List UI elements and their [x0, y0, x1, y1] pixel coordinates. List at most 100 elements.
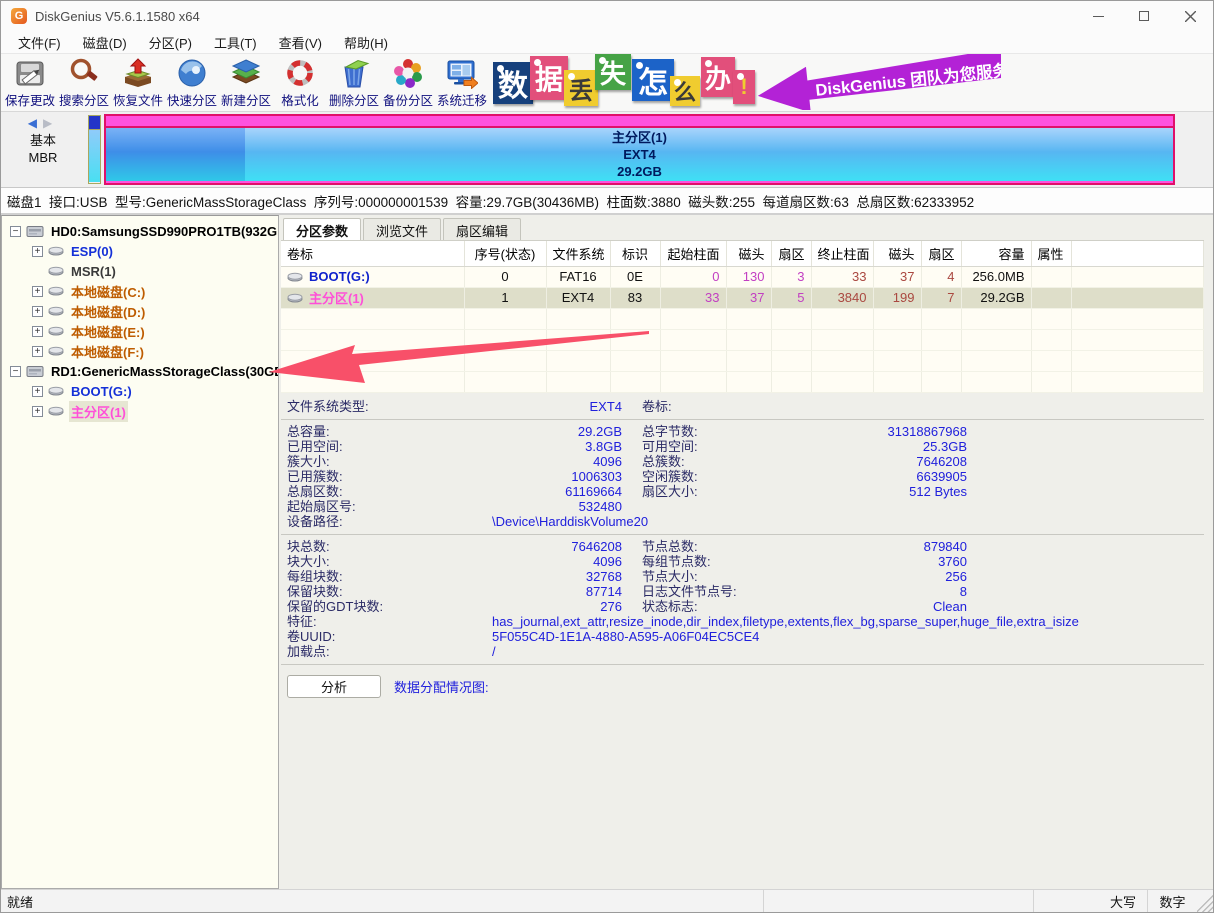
expand-icon[interactable]: +: [32, 285, 43, 297]
tree-item[interactable]: + 本地磁盘(E:): [2, 321, 278, 341]
detail-value: 532480: [578, 498, 622, 514]
detail-label: 日志文件节点号:: [642, 583, 737, 599]
partition-box-header: [106, 116, 1173, 128]
partition-box[interactable]: 主分区(1) EXT4 29.2GB: [104, 114, 1175, 185]
partition-icon: [287, 272, 303, 282]
next-partition-icon[interactable]: [43, 116, 58, 130]
search-partition-button[interactable]: 搜索分区: [57, 54, 111, 111]
empty-row: [281, 329, 1204, 351]
diskgenius-window: G DiskGenius V5.6.1.1580 x64 文件(F) 磁盘(D) 分…: [0, 0, 1214, 913]
menu-view[interactable]: 查看(V): [268, 33, 333, 52]
menu-partition[interactable]: 分区(P): [138, 33, 203, 52]
detail-value: 8: [959, 583, 967, 599]
tree-item[interactable]: + 本地磁盘(C:): [2, 281, 278, 301]
recover-files-button[interactable]: 恢复文件: [111, 54, 165, 111]
column-header[interactable]: 卷标: [281, 241, 465, 267]
tree-item-label: HD0:SamsungSSD990PRO1TB(932GB): [51, 223, 279, 239]
disk-strip: [88, 115, 101, 184]
quick-partition-button[interactable]: 快速分区: [165, 54, 219, 111]
tree-item[interactable]: + BOOT(G:): [2, 381, 278, 401]
system-migration-button[interactable]: 系统迁移: [435, 54, 489, 111]
column-header[interactable]: 序号(状态): [464, 241, 547, 267]
partition-icon: [48, 346, 64, 356]
prev-partition-icon[interactable]: [28, 116, 43, 130]
tree-item[interactable]: + 本地磁盘(D:): [2, 301, 278, 321]
volume-cell: BOOT(G:): [281, 266, 465, 288]
alloc-map-label: 数据分配情况图:: [394, 679, 489, 695]
menu-disk[interactable]: 磁盘(D): [72, 33, 138, 52]
detail-value: has_journal,ext_attr,resize_inode,dir_in…: [492, 613, 1079, 629]
cell: 33: [811, 266, 874, 288]
analyze-button[interactable]: 分析: [287, 674, 381, 698]
partition-row[interactable]: BOOT(G:) 0 FAT16 0E 0 130 3 33 37 4 256.0MB: [281, 266, 1204, 288]
tab-browse-files[interactable]: 浏览文件: [363, 218, 442, 240]
promo-banner[interactable]: 数据丢失怎么办! DiskGenius 团队为您服务 致电: 400-008-9…: [493, 54, 1001, 110]
column-header[interactable]: 属性: [1031, 241, 1072, 267]
minimize-button[interactable]: [1075, 1, 1121, 31]
detail-value: 61169664: [565, 483, 622, 499]
tab-partition-params[interactable]: 分区参数: [283, 218, 362, 240]
column-header[interactable]: 扇区: [771, 241, 812, 267]
tree-item[interactable]: MSR(1): [2, 261, 278, 281]
detail-value: [797, 399, 967, 414]
tree-item[interactable]: + ESP(0): [2, 241, 278, 261]
column-header[interactable]: 终止柱面: [811, 241, 874, 267]
collapse-icon[interactable]: −: [10, 225, 21, 237]
tab-sector-edit[interactable]: 扇区编辑: [443, 218, 522, 240]
close-button[interactable]: [1167, 1, 1213, 31]
menu-tools[interactable]: 工具(T): [203, 33, 268, 52]
detail-value: 5F055C4D-1E1A-4880-A595-A06F04EC5CE4: [492, 628, 760, 644]
cell: 130: [726, 266, 772, 288]
cell: 3840: [811, 287, 874, 309]
maximize-button[interactable]: [1121, 1, 1167, 31]
expand-icon[interactable]: +: [32, 405, 43, 417]
cell: 256.0MB: [961, 266, 1032, 288]
tree-item-label: 本地磁盘(D:): [71, 304, 146, 320]
delete-partition-button[interactable]: 删除分区: [327, 54, 381, 111]
partition-row[interactable]: 主分区(1) 1 EXT4 83 33 37 5 3840 199 7 29.2GB: [281, 287, 1204, 309]
column-header[interactable]: 扇区: [921, 241, 962, 267]
expand-icon[interactable]: +: [32, 385, 43, 397]
save-changes-button[interactable]: 保存更改: [3, 54, 57, 111]
tree-item-label: 主分区(1): [69, 400, 128, 422]
expand-icon[interactable]: +: [32, 305, 43, 317]
detail-value: 29.2GB: [577, 423, 622, 439]
expand-icon[interactable]: +: [32, 325, 43, 337]
tree-item[interactable]: + 本地磁盘(F:): [2, 341, 278, 361]
banner-tile: 怎: [632, 59, 674, 101]
column-header[interactable]: 标识: [610, 241, 661, 267]
expand-icon[interactable]: +: [32, 345, 43, 357]
menu-file[interactable]: 文件(F): [7, 33, 72, 52]
resize-grip[interactable]: [1197, 890, 1213, 912]
column-header[interactable]: [1071, 241, 1204, 267]
toolbar-button-label: 快速分区: [166, 94, 217, 108]
column-header[interactable]: 文件系统: [546, 241, 611, 267]
tree-item[interactable]: + 主分区(1): [2, 400, 278, 422]
partition-icon: [48, 286, 64, 296]
column-header[interactable]: 磁头: [873, 241, 922, 267]
banner-tile: 么: [670, 76, 700, 106]
collapse-icon[interactable]: −: [10, 365, 21, 377]
partition-bar: 基本 MBR 主分区(1) EXT4 29.2GB: [1, 112, 1213, 188]
expand-icon[interactable]: +: [32, 245, 43, 257]
backup-partition-button[interactable]: 备份分区: [381, 54, 435, 111]
column-header[interactable]: 容量: [961, 241, 1032, 267]
column-header[interactable]: 磁头: [726, 241, 772, 267]
detail-value: 1006303: [571, 468, 622, 484]
detail-label: 特征:: [287, 613, 317, 629]
cell: 199: [873, 287, 922, 309]
recover-files-icon: [122, 57, 154, 89]
column-header[interactable]: 起始柱面: [660, 241, 727, 267]
menu-help[interactable]: 帮助(H): [333, 33, 399, 52]
new-partition-icon: [230, 57, 262, 89]
tree-item-label: RD1:GenericMassStorageClass(30GB): [51, 363, 279, 379]
tree-item[interactable]: − HD0:SamsungSSD990PRO1TB(932GB): [2, 221, 278, 241]
new-partition-button[interactable]: 新建分区: [219, 54, 273, 111]
cell: 33: [660, 287, 727, 309]
banner-tile: 据: [530, 56, 568, 100]
title-bar[interactable]: G DiskGenius V5.6.1.1580 x64: [1, 1, 1213, 31]
delete-partition-icon: [338, 57, 370, 89]
tree-item[interactable]: − RD1:GenericMassStorageClass(30GB): [2, 361, 278, 381]
format-button[interactable]: 格式化: [273, 54, 327, 111]
partition-table: 卷标 序号(状态) 文件系统 标识 起始柱面 磁头 扇区 终止柱面 磁头 扇区 容量 属性 BOOT(G…: [281, 241, 1204, 393]
